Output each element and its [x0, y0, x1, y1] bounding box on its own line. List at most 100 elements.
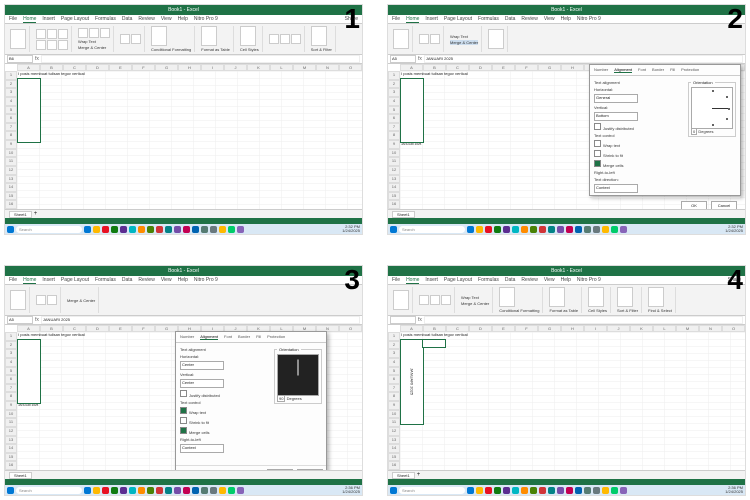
taskbar-app-icon[interactable] [201, 487, 208, 494]
taskbar-app-icon[interactable] [228, 487, 235, 494]
taskbar[interactable]: Search 2:32 PM1/24/2025 [388, 224, 745, 234]
taskbar[interactable]: Search 2:36 PM1/24/2025 [5, 485, 362, 495]
taskbar-app-icon[interactable] [102, 226, 109, 233]
shrink-checkbox[interactable] [594, 150, 601, 157]
taskbar-app-icon[interactable] [503, 487, 510, 494]
ribbon[interactable]: Wrap TextMerge & Center [388, 24, 745, 55]
taskbar-apps[interactable] [84, 226, 244, 233]
taskbar-app-icon[interactable] [467, 226, 474, 233]
worksheet[interactable]: ABCDEFGHIJKLMNO 12345678910111213141516 … [5, 64, 362, 209]
taskbar-app-icon[interactable] [530, 226, 537, 233]
horizontal-dropdown[interactable]: Center [180, 361, 224, 370]
taskbar-app-icon[interactable] [201, 226, 208, 233]
taskbar-app-icon[interactable] [566, 487, 573, 494]
sheet-tabs[interactable]: Sheet1+ [5, 209, 362, 218]
name-box[interactable]: A5 [390, 55, 416, 63]
fx-icon[interactable]: fx [35, 56, 39, 62]
taskbar-app-icon[interactable] [93, 487, 100, 494]
paste-button[interactable] [10, 29, 26, 49]
taskbar-app-icon[interactable] [156, 226, 163, 233]
merged-cell[interactable] [400, 78, 424, 143]
worksheet[interactable]: ABCDEFGHIJKLMNO12345678910111213141516 I… [388, 64, 745, 209]
ribbon-tabs[interactable]: FileHomeInsertPage LayoutFormulasDataRev… [5, 15, 362, 24]
taskbar-app-icon[interactable] [174, 226, 181, 233]
merge-center-button[interactable]: Merge & Center [450, 40, 478, 45]
worksheet[interactable]: ABCDEFGHIJKLMNO12345678910111213141516 I… [5, 325, 362, 470]
horizontal-dropdown[interactable]: General [594, 94, 638, 103]
taskbar-app-icon[interactable] [111, 226, 118, 233]
taskbar-app-icon[interactable] [93, 226, 100, 233]
taskbar-app-icon[interactable] [237, 487, 244, 494]
taskbar-app-icon[interactable] [111, 487, 118, 494]
text-direction-dropdown[interactable]: Context [594, 184, 638, 193]
taskbar-app-icon[interactable] [183, 226, 190, 233]
taskbar-app-icon[interactable] [476, 226, 483, 233]
taskbar-app-icon[interactable] [210, 487, 217, 494]
taskbar-app-icon[interactable] [602, 226, 609, 233]
formula-bar[interactable]: B6 fx [5, 55, 362, 64]
taskbar-app-icon[interactable] [147, 487, 154, 494]
taskbar-app-icon[interactable] [539, 226, 546, 233]
taskbar-app-icon[interactable] [147, 226, 154, 233]
orientation-dial[interactable] [691, 87, 733, 129]
taskbar-app-icon[interactable] [548, 487, 555, 494]
taskbar-app-icon[interactable] [494, 226, 501, 233]
orientation-dial[interactable] [277, 354, 319, 396]
cell-a1[interactable]: I posis membuat tulisan tegov vertical [17, 71, 86, 76]
cell-grid[interactable]: I posis membuat tulisan tegov vertical [17, 71, 362, 209]
format-cells-dialog[interactable]: NumberAlignmentFontBorderFillProtection … [175, 331, 327, 470]
taskbar-app-icon[interactable] [102, 487, 109, 494]
justify-checkbox[interactable] [594, 123, 601, 130]
taskbar-app-icon[interactable] [503, 226, 510, 233]
taskbar-app-icon[interactable] [521, 487, 528, 494]
taskbar-app-icon[interactable] [485, 487, 492, 494]
taskbar-app-icon[interactable] [192, 226, 199, 233]
taskbar-app-icon[interactable] [485, 226, 492, 233]
taskbar-app-icon[interactable] [575, 487, 582, 494]
taskbar-app-icon[interactable] [593, 226, 600, 233]
ribbon-tabs[interactable]: FileHomeInsertPage LayoutFormulasDataRev… [5, 276, 362, 285]
cond-format-button[interactable] [151, 26, 167, 46]
ok-button[interactable]: OK [681, 201, 707, 209]
taskbar-app-icon[interactable] [219, 226, 226, 233]
taskbar-app-icon[interactable] [129, 226, 136, 233]
cancel-button[interactable]: Cancel [711, 201, 737, 209]
cancel-button[interactable]: Cancel [297, 469, 323, 470]
worksheet[interactable]: ABCDEFGHIJKLMNO12345678910111213141516 I… [388, 325, 745, 470]
taskbar-app-icon[interactable] [476, 487, 483, 494]
taskbar-app-icon[interactable] [584, 487, 591, 494]
format-cells-dialog[interactable]: NumberAlignmentFontBorderFillProtection … [589, 64, 741, 196]
taskbar-app-icon[interactable] [611, 487, 618, 494]
taskbar-search[interactable]: Search [16, 226, 82, 233]
taskbar-app-icon[interactable] [539, 487, 546, 494]
vertical-dropdown[interactable]: Bottom [594, 112, 638, 121]
merged-vertical-cell[interactable]: JANUARI 2025 [400, 339, 424, 425]
ok-button[interactable]: OK [267, 469, 293, 470]
merge-checkbox[interactable] [594, 160, 601, 167]
ribbon-tabs[interactable]: FileHomeInsertPage LayoutFormulasDataRev… [388, 15, 745, 24]
taskbar-app-icon[interactable] [165, 487, 172, 494]
taskbar-app-icon[interactable] [512, 487, 519, 494]
taskbar-app-icon[interactable] [575, 226, 582, 233]
taskbar-app-icon[interactable] [84, 226, 91, 233]
taskbar-app-icon[interactable] [593, 487, 600, 494]
start-icon[interactable] [7, 226, 14, 233]
selected-cell-b2[interactable] [422, 339, 446, 348]
taskbar-app-icon[interactable] [494, 487, 501, 494]
taskbar-app-icon[interactable] [120, 487, 127, 494]
taskbar-app-icon[interactable] [138, 226, 145, 233]
taskbar-app-icon[interactable] [530, 487, 537, 494]
dialog-tabs[interactable]: NumberAlignmentFontBorderFillProtection [590, 65, 740, 76]
taskbar-app-icon[interactable] [611, 226, 618, 233]
clock[interactable]: 2:32 PM1/24/2025 [342, 225, 360, 233]
vertical-dropdown[interactable]: Center [180, 379, 224, 388]
taskbar-app-icon[interactable] [129, 487, 136, 494]
merged-cell-a2a10[interactable] [17, 78, 41, 143]
taskbar-app-icon[interactable] [566, 226, 573, 233]
ribbon-tabs[interactable]: FileHomeInsertPage LayoutFormulasDataRev… [388, 276, 745, 285]
taskbar-app-icon[interactable] [156, 487, 163, 494]
taskbar-app-icon[interactable] [467, 487, 474, 494]
taskbar-app-icon[interactable] [192, 487, 199, 494]
taskbar-app-icon[interactable] [84, 487, 91, 494]
taskbar-app-icon[interactable] [219, 487, 226, 494]
